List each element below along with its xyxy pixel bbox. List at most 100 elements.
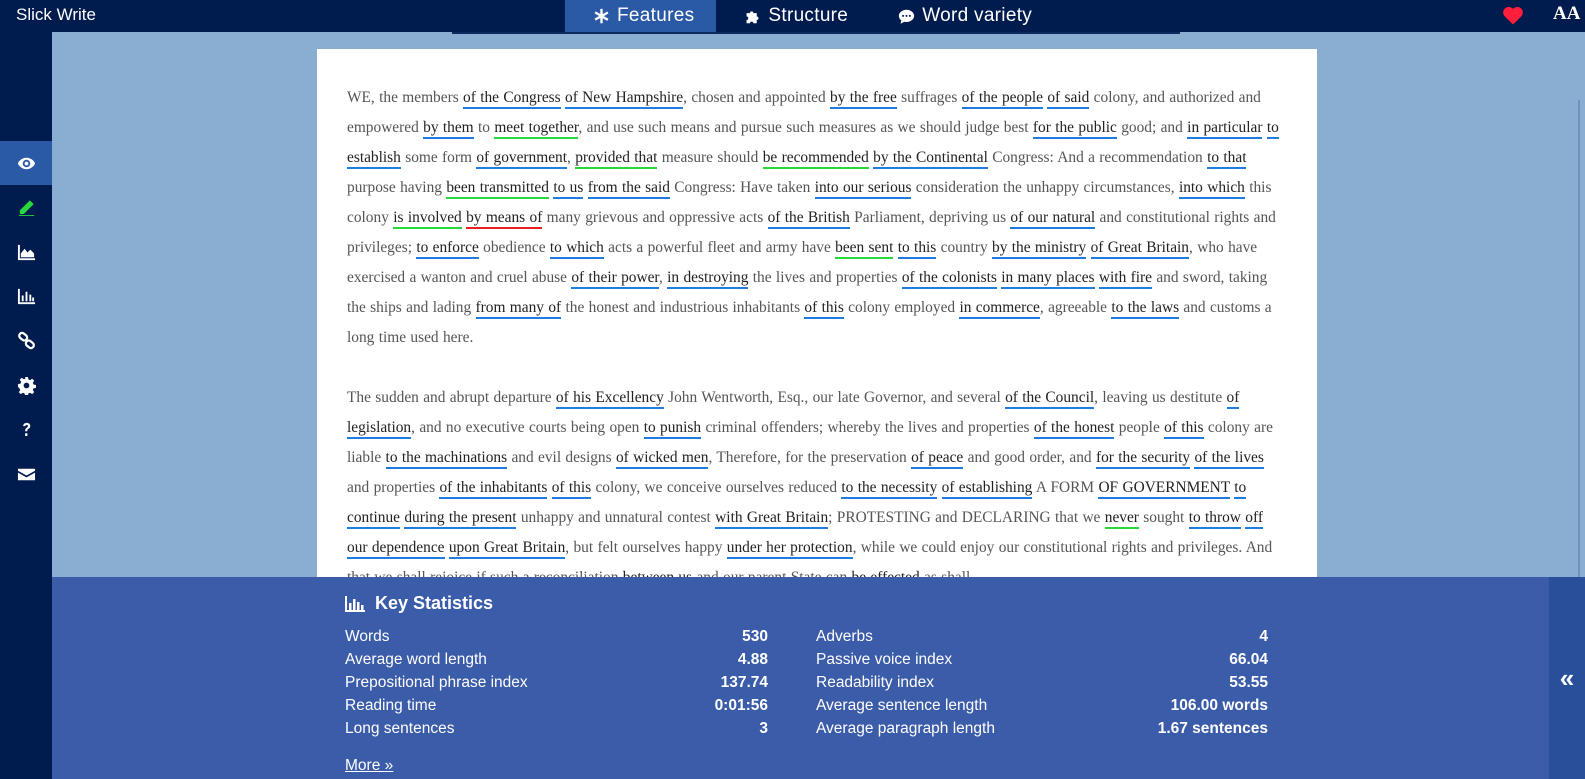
- passive-voice-phrase[interactable]: provided that: [575, 149, 658, 169]
- prepositional-phrase[interactable]: to the necessity: [841, 479, 938, 499]
- document-paragraph[interactable]: The sudden and abrupt departure of his E…: [347, 383, 1287, 579]
- font-size-toggle[interactable]: AA: [1553, 3, 1580, 25]
- prepositional-phrase[interactable]: from the said: [587, 179, 670, 199]
- prepositional-phrase[interactable]: to the machinations: [385, 449, 508, 469]
- prepositional-phrase[interactable]: of the colonists: [901, 269, 997, 289]
- tab-features[interactable]: Features: [565, 0, 717, 32]
- prepositional-phrase[interactable]: by the ministry: [992, 239, 1087, 259]
- document-paragraph[interactable]: WE, the members of the Congress of New H…: [347, 83, 1287, 353]
- document-editor[interactable]: WE, the members of the Congress of New H…: [317, 49, 1317, 579]
- stat-value: 66.04: [1229, 651, 1268, 668]
- sidebar-item-settings[interactable]: [0, 363, 52, 407]
- sidebar-item-contact[interactable]: [0, 452, 52, 496]
- document-scrollbar[interactable]: [1578, 100, 1580, 580]
- prepositional-phrase[interactable]: of establishing: [941, 479, 1033, 499]
- weak-phrase[interactable]: by means of: [466, 209, 543, 229]
- prepositional-phrase[interactable]: of this: [551, 479, 592, 499]
- prepositional-phrase[interactable]: in particular: [1187, 119, 1263, 139]
- prepositional-phrase[interactable]: of the British: [767, 209, 850, 229]
- prepositional-phrase[interactable]: for the security: [1095, 449, 1191, 469]
- prepositional-phrase[interactable]: OF GOVERNMENT: [1098, 479, 1230, 499]
- prepositional-phrase[interactable]: by the Continental: [873, 149, 988, 169]
- prepositional-phrase[interactable]: to us: [553, 179, 584, 199]
- passive-voice-phrase[interactable]: meet together: [494, 119, 579, 139]
- prepositional-phrase[interactable]: of New Hampshire: [565, 89, 684, 109]
- prepositional-phrase[interactable]: under her protection: [726, 539, 853, 559]
- prepositional-phrase[interactable]: of our natural: [1010, 209, 1096, 229]
- plain-text: measure should: [657, 149, 763, 166]
- feature-tabs: Features Structure Word variety: [565, 0, 1054, 32]
- tab-structure[interactable]: Structure: [716, 0, 870, 32]
- prepositional-phrase[interactable]: of wicked men: [615, 449, 709, 469]
- prepositional-phrase[interactable]: to this: [897, 239, 937, 259]
- prepositional-phrase[interactable]: to enforce: [416, 239, 479, 259]
- prepositional-phrase[interactable]: during the present: [404, 509, 517, 529]
- prepositional-phrase[interactable]: of his Excellency: [555, 389, 664, 409]
- passive-voice-phrase[interactable]: been sent: [835, 239, 894, 259]
- stat-row: Readability index 53.55: [816, 672, 1268, 695]
- plain-text: purpose having: [347, 179, 447, 196]
- passive-voice-phrase[interactable]: is involved: [393, 209, 462, 229]
- sidebar-item-edit[interactable]: [0, 185, 52, 229]
- prepositional-phrase[interactable]: for the public: [1032, 119, 1117, 139]
- prepositional-phrase[interactable]: to that: [1207, 149, 1247, 169]
- plain-text: and properties: [347, 479, 440, 496]
- prepositional-phrase[interactable]: of the Council: [1005, 389, 1095, 409]
- stat-value: 4.88: [737, 651, 768, 668]
- link-icon: [17, 331, 35, 349]
- prepositional-phrase[interactable]: of the people: [961, 89, 1043, 109]
- stat-label: Average word length: [345, 651, 487, 668]
- tab-bar-underline: [452, 32, 1180, 34]
- sidebar-item-flow[interactable]: [0, 230, 52, 274]
- prepositional-phrase[interactable]: in destroying: [667, 269, 749, 289]
- prepositional-phrase[interactable]: with fire: [1098, 269, 1152, 289]
- prepositional-phrase[interactable]: from many of: [475, 299, 562, 319]
- prepositional-phrase[interactable]: of the inhabitants: [439, 479, 548, 499]
- stats-column-left: Words 530 Average word length 4.88 Preposi…: [345, 626, 768, 741]
- prepositional-phrase[interactable]: of government: [476, 149, 568, 169]
- prepositional-phrase[interactable]: of said: [1047, 89, 1090, 109]
- plain-text: ; PROTESTING and DECLARING that we: [828, 509, 1105, 526]
- plain-text: and good order, and: [963, 449, 1096, 466]
- prepositional-phrase[interactable]: by them: [423, 119, 474, 139]
- plain-text: criminal offenders; whereby the lives an…: [701, 419, 1034, 436]
- plain-text: The sudden and abrupt departure: [347, 389, 556, 406]
- prepositional-phrase[interactable]: into our serious: [814, 179, 912, 199]
- prepositional-phrase[interactable]: of this: [1164, 419, 1204, 439]
- prepositional-phrase[interactable]: upon Great Britain: [448, 539, 566, 559]
- collapse-panel-button[interactable]: «: [1549, 577, 1585, 779]
- prepositional-phrase[interactable]: in many places: [1001, 269, 1095, 289]
- prepositional-phrase[interactable]: to throw: [1188, 509, 1241, 529]
- more-stats-link[interactable]: More »: [345, 757, 393, 775]
- sidebar-item-statistics[interactable]: [0, 274, 52, 318]
- asterisk-icon: [591, 6, 611, 26]
- passive-voice-phrase[interactable]: never: [1104, 509, 1139, 529]
- prepositional-phrase[interactable]: of the Congress: [463, 89, 561, 109]
- stats-column-right: Adverbs 4 Passive voice index 66.04 Readab…: [816, 626, 1268, 741]
- prepositional-phrase[interactable]: to which: [549, 239, 604, 259]
- sidebar-item-help[interactable]: [0, 407, 52, 451]
- prepositional-phrase[interactable]: with Great Britain: [715, 509, 829, 529]
- tab-word-variety[interactable]: Word variety: [870, 0, 1054, 32]
- prepositional-phrase[interactable]: of the lives: [1194, 449, 1264, 469]
- app-title[interactable]: Slick Write: [16, 5, 96, 25]
- prepositional-phrase[interactable]: of peace: [911, 449, 964, 469]
- stat-label: Average sentence length: [816, 697, 988, 714]
- sidebar-item-links[interactable]: [0, 318, 52, 362]
- prepositional-phrase[interactable]: of the honest: [1033, 419, 1115, 439]
- plain-text: , chosen and appointed: [683, 89, 831, 106]
- passive-voice-phrase[interactable]: be recommended: [762, 149, 869, 169]
- sidebar-item-view[interactable]: [0, 141, 52, 185]
- passive-voice-phrase[interactable]: been transmitted: [446, 179, 549, 199]
- prepositional-phrase[interactable]: to punish: [643, 419, 702, 439]
- prepositional-phrase[interactable]: of this: [804, 299, 844, 319]
- prepositional-phrase[interactable]: of Great Britain: [1090, 239, 1190, 259]
- prepositional-phrase[interactable]: of their power: [571, 269, 659, 289]
- prepositional-phrase[interactable]: in commerce: [959, 299, 1040, 319]
- prepositional-phrase[interactable]: by the free: [830, 89, 897, 109]
- plain-text: Parliament, depriving us: [849, 209, 1011, 226]
- heart-icon[interactable]: [1502, 5, 1524, 25]
- prepositional-phrase[interactable]: to the laws: [1111, 299, 1180, 319]
- prepositional-phrase[interactable]: into which: [1178, 179, 1245, 199]
- stat-value: 530: [742, 628, 768, 645]
